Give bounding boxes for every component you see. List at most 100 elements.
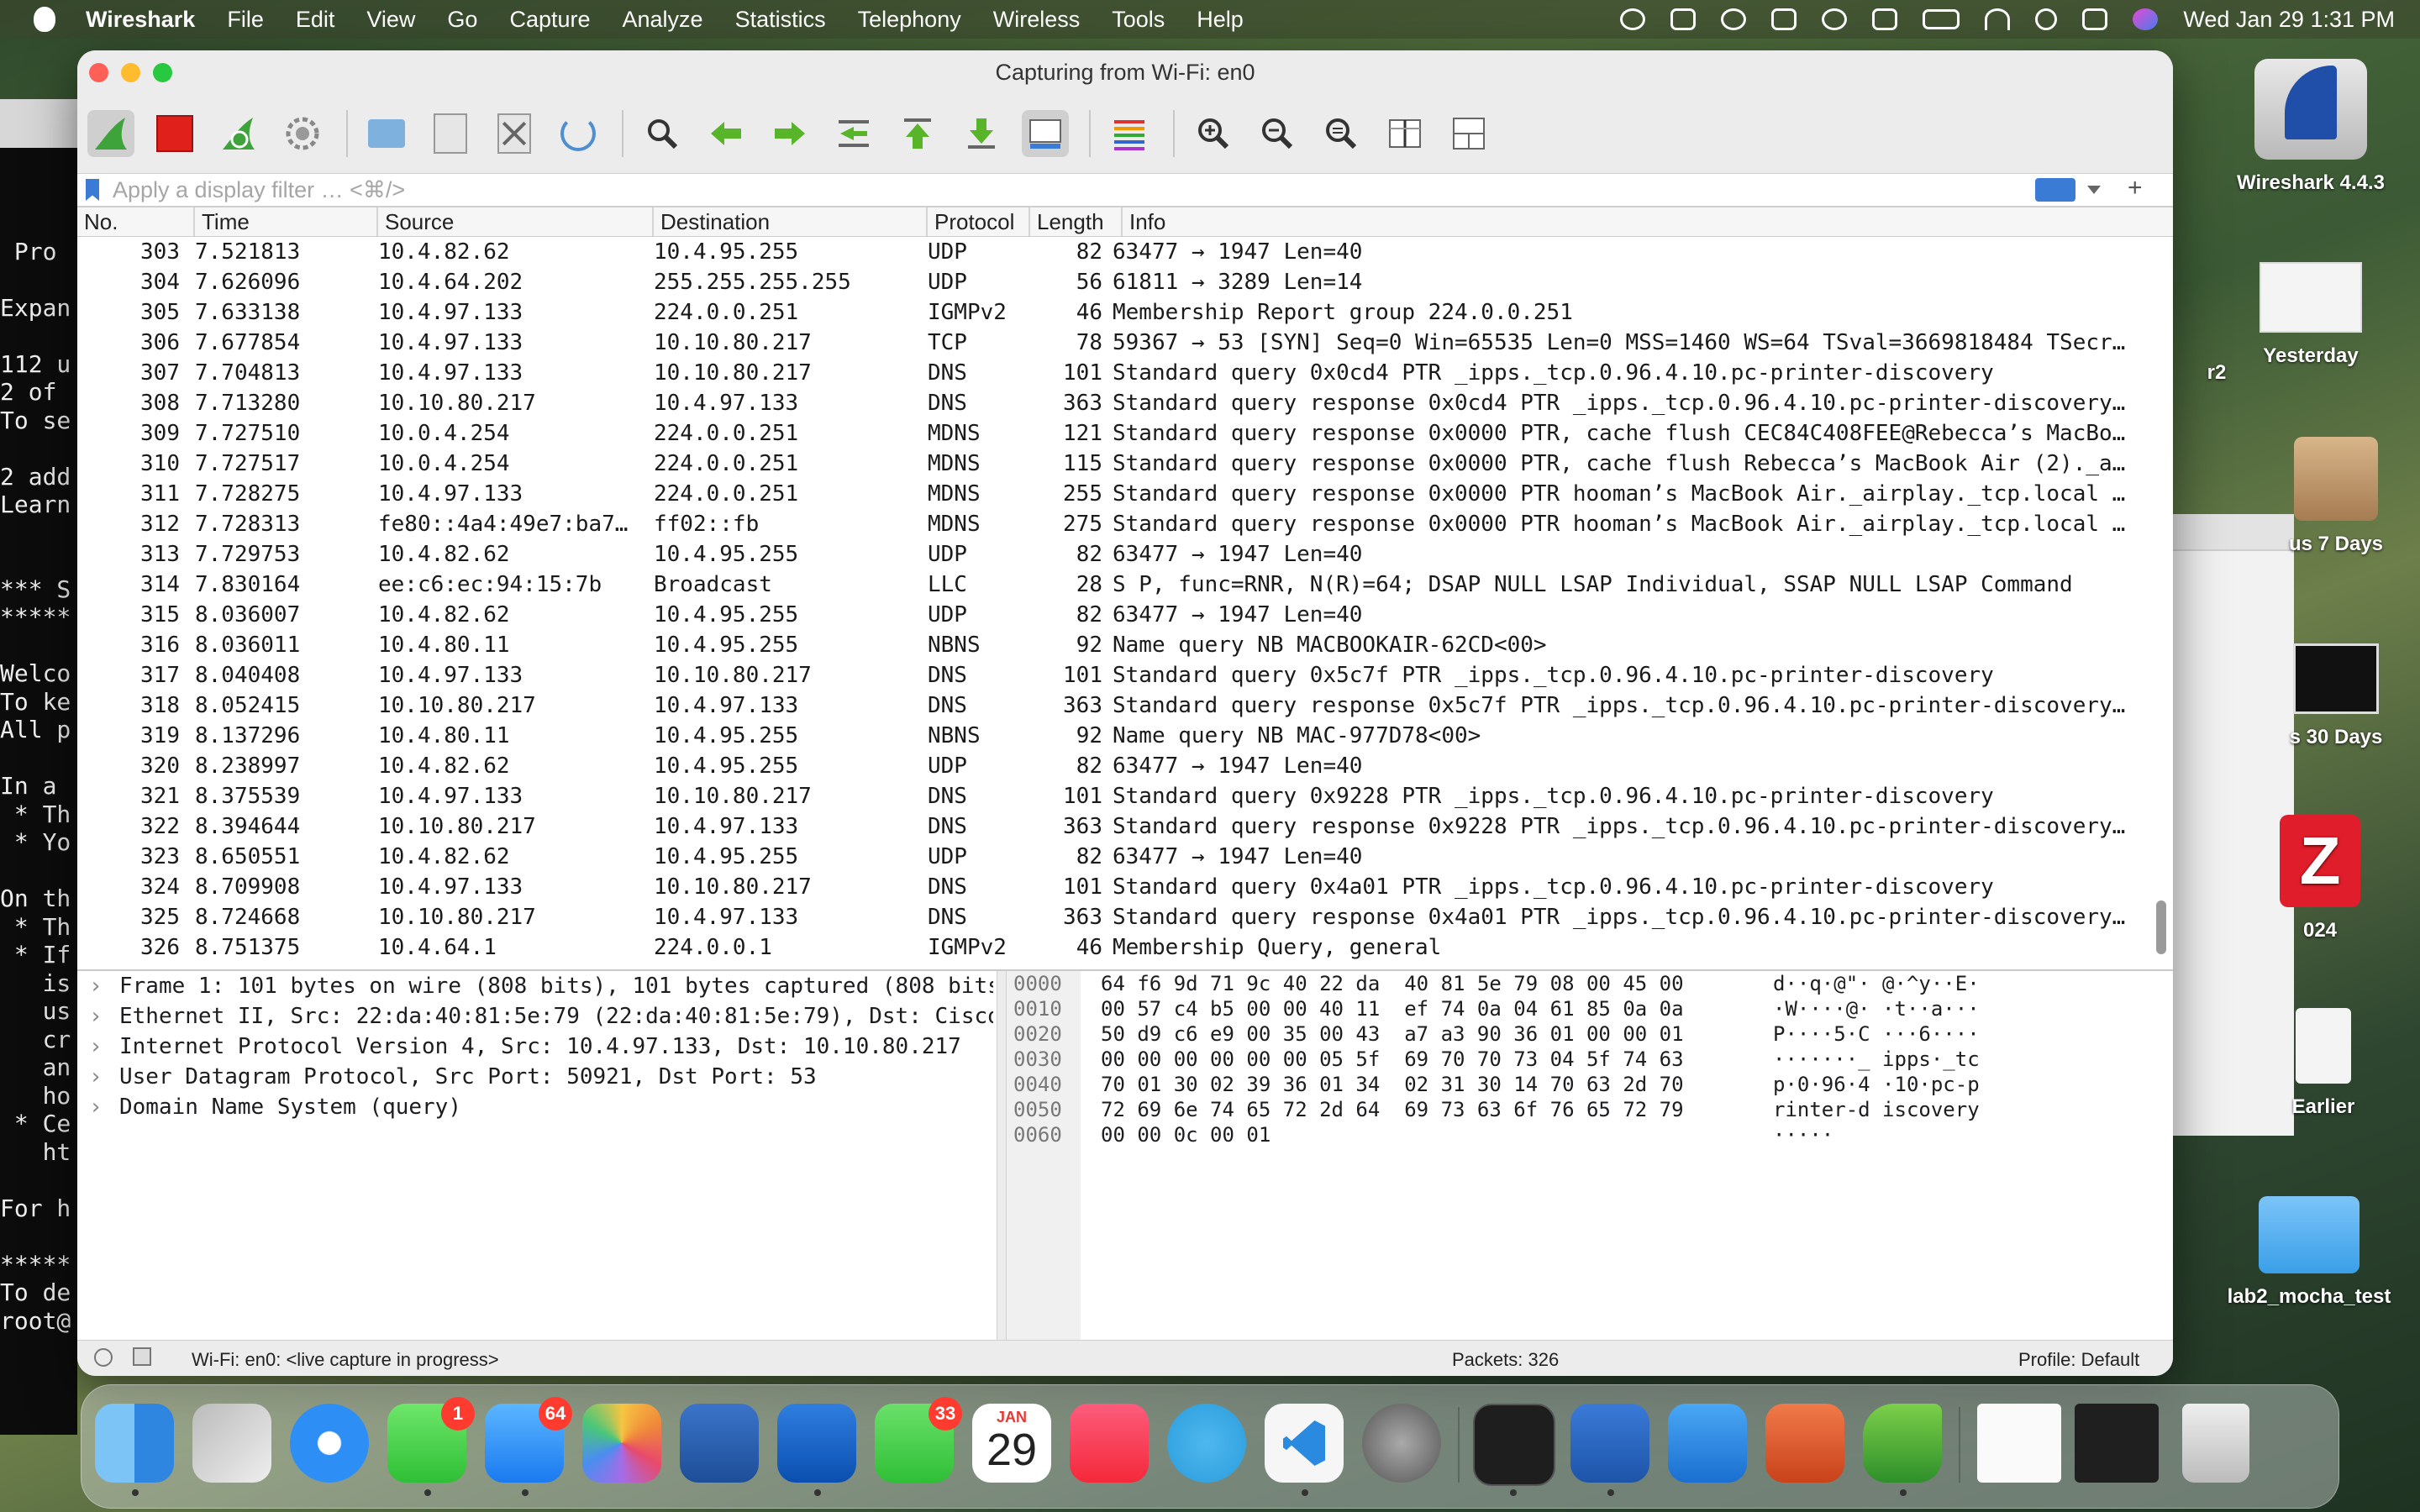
desktop-icon-30days[interactable]: s 30 Days <box>2260 643 2412 749</box>
apply-filter-arrow-icon[interactable] <box>2035 178 2075 202</box>
desktop-icon-wireshark-dmg[interactable]: Wireshark 4.4.3 <box>2218 59 2403 195</box>
start-capture-button[interactable] <box>87 110 134 157</box>
status-network-icon[interactable] <box>1872 8 1898 30</box>
packet-row[interactable]: 323 8.650551 10.4.82.62 10.4.95.255 UDP 82 634… <box>77 842 2173 872</box>
menu-edit[interactable]: Edit <box>296 7 335 33</box>
dock-safari-icon[interactable] <box>290 1404 369 1483</box>
hex-row[interactable]: 00 00 0c 00 01 ····· <box>1101 1122 2059 1147</box>
packet-row[interactable]: 311 7.728275 10.4.97.133 224.0.0.251 MDNS 255… <box>77 479 2173 509</box>
menu-app-name[interactable]: Wireshark <box>86 7 195 33</box>
menu-wireless[interactable]: Wireless <box>993 7 1081 33</box>
open-file-button[interactable] <box>363 110 410 157</box>
dock-launchpad-icon[interactable] <box>192 1404 271 1483</box>
detail-tree-item[interactable]: › Domain Name System (query) <box>77 1092 993 1122</box>
dock-wireshark-icon[interactable] <box>1863 1404 1942 1483</box>
dock-facetime-icon[interactable]: 33 <box>875 1397 962 1483</box>
wireshark-window[interactable]: Capturing from Wi-Fi: en0 Apply a displa… <box>77 50 2173 1376</box>
dock-xcode-icon[interactable] <box>1668 1404 1747 1483</box>
status-play-icon[interactable] <box>1822 8 1848 30</box>
packet-row[interactable]: 318 8.052415 10.10.80.217 10.4.97.133 DNS 363… <box>77 690 2173 721</box>
chevron-right-icon[interactable]: › <box>89 1032 119 1062</box>
packet-row[interactable]: 324 8.709908 10.4.97.133 10.10.80.217 DNS 101… <box>77 872 2173 902</box>
dock-recent-window-icon[interactable] <box>2075 1404 2159 1483</box>
detail-tree-item[interactable]: › User Datagram Protocol, Src Port: 50921… <box>77 1062 993 1092</box>
packet-row[interactable]: 313 7.729753 10.4.82.62 10.4.95.255 UDP 82 634… <box>77 539 2173 570</box>
restart-capture-button[interactable] <box>215 110 262 157</box>
hex-row[interactable]: 00 00 00 00 00 00 05 5f 69 70 70 73 04 5… <box>1101 1047 2059 1072</box>
dock-finder-icon[interactable] <box>95 1404 174 1483</box>
spotlight-search-icon[interactable] <box>2035 8 2058 30</box>
column-source[interactable]: Source <box>378 207 654 236</box>
column-destination[interactable]: Destination <box>654 207 928 236</box>
column-no[interactable]: No. <box>77 207 195 236</box>
auto-scroll-button[interactable] <box>1022 110 1069 157</box>
status-keyboard-icon[interactable] <box>1771 8 1797 30</box>
packet-row[interactable]: 308 7.713280 10.10.80.217 10.4.97.133 DNS 363… <box>77 388 2173 418</box>
colorize-button[interactable] <box>1106 110 1153 157</box>
dock-calendar-icon[interactable]: JAN 29 <box>972 1404 1051 1483</box>
hex-row[interactable]: 72 69 6e 74 65 72 2d 64 69 73 63 6f 76 6… <box>1101 1097 2059 1122</box>
desktop-icon-earlier[interactable]: Earlier <box>2260 1008 2386 1119</box>
dock-music-icon[interactable] <box>1070 1404 1149 1483</box>
dock-word-icon[interactable] <box>1570 1404 1649 1483</box>
menu-view[interactable]: View <box>366 7 415 33</box>
packet-row[interactable]: 304 7.626096 10.4.64.202 255.255.255.255 UDP… <box>77 267 2173 297</box>
control-center-icon[interactable] <box>2082 8 2108 30</box>
packet-row[interactable]: 321 8.375539 10.4.97.133 10.10.80.217 DNS 101… <box>77 781 2173 811</box>
stop-capture-button[interactable] <box>151 110 198 157</box>
dock-outlook-icon[interactable] <box>777 1404 856 1483</box>
packet-details-tree[interactable]: › Frame 1: 101 bytes on wire (808 bits), … <box>77 971 993 1341</box>
chevron-right-icon[interactable]: › <box>89 1062 119 1092</box>
status-profile[interactable]: Profile: Default <box>2018 1349 2139 1371</box>
dock-telegram-icon[interactable] <box>1167 1404 1246 1483</box>
capture-options-button[interactable] <box>279 110 326 157</box>
chevron-right-icon[interactable]: › <box>89 1092 119 1122</box>
packet-row[interactable]: 310 7.727517 10.0.4.254 224.0.0.251 MDNS 115 S… <box>77 449 2173 479</box>
desktop-icon-r2[interactable]: r2 <box>2175 361 2259 385</box>
reload-file-button[interactable] <box>555 110 602 157</box>
column-protocol[interactable]: Protocol <box>928 207 1030 236</box>
packet-row[interactable]: 309 7.727510 10.0.4.254 224.0.0.251 MDNS 121 S… <box>77 418 2173 449</box>
packet-row[interactable]: 305 7.633138 10.4.97.133 224.0.0.251 IGMPv2 4… <box>77 297 2173 328</box>
dock-messages-icon[interactable]: 1 <box>387 1397 475 1483</box>
find-packet-button[interactable] <box>639 110 686 157</box>
dock-trash-icon[interactable] <box>2182 1404 2249 1483</box>
detail-tree-item[interactable]: › Ethernet II, Src: 22:da:40:81:5e:79 (22… <box>77 1001 993 1032</box>
status-office-icon[interactable] <box>1670 8 1697 30</box>
dock-system-settings-icon[interactable] <box>1362 1404 1441 1483</box>
hex-row[interactable]: 00 57 c4 b5 00 00 40 11 ef 74 0a 04 61 8… <box>1101 996 2059 1021</box>
column-time[interactable]: Time <box>195 207 378 236</box>
detail-tree-item[interactable]: › Frame 1: 101 bytes on wire (808 bits), … <box>77 971 993 1001</box>
packet-row[interactable]: 322 8.394644 10.10.80.217 10.4.97.133 DNS 363… <box>77 811 2173 842</box>
hex-row[interactable]: 70 01 30 02 39 36 01 34 02 31 30 14 70 6… <box>1101 1072 2059 1097</box>
resize-columns-button[interactable] <box>1381 110 1428 157</box>
dock-powerpoint-icon[interactable] <box>1765 1404 1844 1483</box>
desktop-icon-7days[interactable]: us 7 Days <box>2260 437 2412 556</box>
packet-row[interactable]: 314 7.830164 ee:c6:ec:94:15:7b Broadcast LLC… <box>77 570 2173 600</box>
go-first-packet-button[interactable] <box>894 110 941 157</box>
packet-row[interactable]: 306 7.677854 10.4.97.133 10.10.80.217 TCP 78 5… <box>77 328 2173 358</box>
packet-row[interactable]: 319 8.137296 10.4.80.11 10.4.95.255 NBNS 92 Na… <box>77 721 2173 751</box>
display-filter-input[interactable] <box>111 175 1996 205</box>
close-window-button[interactable] <box>89 63 108 82</box>
pane-splitter[interactable] <box>997 971 1007 1341</box>
menu-tools[interactable]: Tools <box>1112 7 1165 33</box>
status-sync-icon[interactable] <box>1620 8 1646 30</box>
zoom-window-button[interactable] <box>153 63 172 82</box>
desktop-icon-yesterday[interactable]: Yesterday <box>2235 262 2386 368</box>
packet-row[interactable]: 307 7.704813 10.4.97.133 10.10.80.217 DNS 101… <box>77 358 2173 388</box>
status-grammarly-icon[interactable] <box>1721 8 1747 30</box>
battery-icon[interactable] <box>1923 9 1960 29</box>
normal-size-button[interactable] <box>1318 110 1365 157</box>
menu-statistics[interactable]: Statistics <box>735 7 826 33</box>
menu-clock[interactable]: Wed Jan 29 1:31 PM <box>2183 7 2395 33</box>
dock-recent-document-icon[interactable] <box>1977 1404 2061 1483</box>
packet-row[interactable]: 316 8.036011 10.4.80.11 10.4.95.255 NBNS 92 Na… <box>77 630 2173 660</box>
column-length[interactable]: Length <box>1030 207 1123 236</box>
zoom-in-button[interactable] <box>1190 110 1237 157</box>
menu-telephony[interactable]: Telephony <box>858 7 961 33</box>
save-file-button[interactable] <box>427 110 474 157</box>
zoom-out-button[interactable] <box>1254 110 1301 157</box>
packet-row[interactable]: 320 8.238997 10.4.82.62 10.4.95.255 UDP 82 634… <box>77 751 2173 781</box>
chevron-down-icon[interactable] <box>2087 186 2101 194</box>
